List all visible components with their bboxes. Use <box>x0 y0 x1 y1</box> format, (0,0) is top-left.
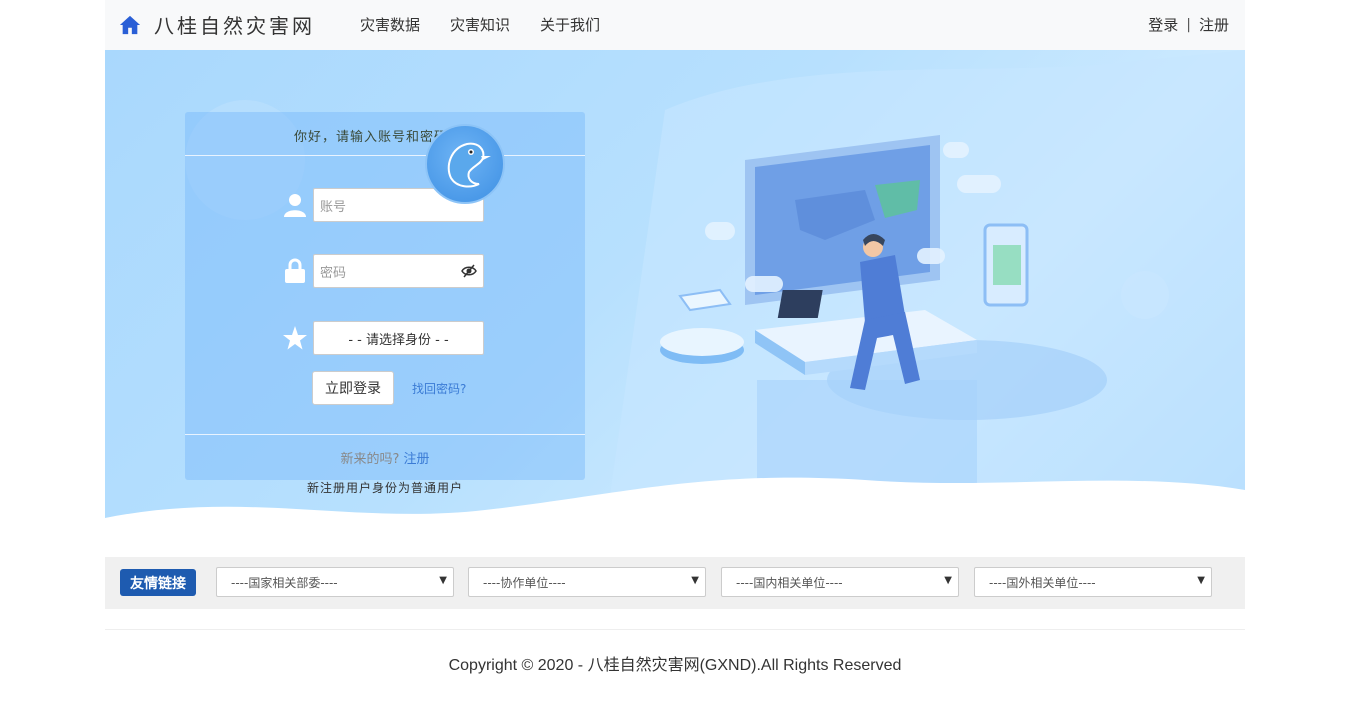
login-link[interactable]: 登录 <box>1148 14 1178 35</box>
login-card: 你好，请输入账号和密码登录 账号 密码 - - 请选择身份 - - 立即登录 找… <box>185 112 585 495</box>
nav-item-disaster-knowledge[interactable]: 灾害知识 <box>450 14 510 35</box>
divider <box>185 155 585 156</box>
home-icon <box>119 15 141 34</box>
password-placeholder: 密码 <box>320 265 347 281</box>
select-partner-units[interactable]: ----协作单位---- ▼ <box>468 567 706 597</box>
friendly-links-bar: 友情链接 ----国家相关部委---- ▼ ----协作单位---- ▼ ---… <box>105 557 1245 609</box>
brand-name: 八桂自然灾害网 <box>154 14 315 38</box>
auth-separator: | <box>1186 16 1191 33</box>
select-value: ----协作单位---- <box>483 575 566 590</box>
nav-item-disaster-data[interactable]: 灾害数据 <box>360 14 420 35</box>
dropdown-arrow-icon: ▼ <box>691 575 699 586</box>
role-row: - - 请选择身份 - - <box>281 321 484 355</box>
brand-logo-link[interactable]: 八桂自然灾害网 <box>119 10 315 39</box>
dropdown-arrow-icon: ▼ <box>944 575 952 586</box>
login-button[interactable]: 立即登录 <box>312 371 394 405</box>
select-domestic-units[interactable]: ----国内相关单位---- ▼ <box>721 567 959 597</box>
dropdown-arrow-icon: ▼ <box>1197 575 1205 586</box>
friendly-links-badge: 友情链接 <box>120 569 196 596</box>
main-nav: 灾害数据 灾害知识 关于我们 <box>360 14 630 35</box>
new-here-text: 新来的吗? <box>340 452 400 467</box>
register-link[interactable]: 注册 <box>1199 14 1229 35</box>
new-user-prompt: 新来的吗? 注册 <box>185 448 585 467</box>
card-register-link[interactable]: 注册 <box>404 452 430 467</box>
password-row: 密码 <box>281 254 484 288</box>
select-value: ----国外相关单位---- <box>989 575 1096 590</box>
nav-item-about-us[interactable]: 关于我们 <box>540 14 600 35</box>
auth-links: 登录 | 注册 <box>1148 14 1229 35</box>
top-navbar: 八桂自然灾害网 灾害数据 灾害知识 关于我们 登录 | 注册 <box>105 0 1245 50</box>
role-select[interactable]: - - 请选择身份 - - <box>313 321 484 355</box>
footer-divider <box>105 629 1245 630</box>
password-input[interactable]: 密码 <box>313 254 484 288</box>
login-greeting: 你好，请输入账号和密码登录 <box>293 130 476 145</box>
hide-password-icon[interactable] <box>461 264 477 278</box>
role-select-value: - - 请选择身份 - - <box>348 332 449 348</box>
lock-icon <box>281 257 309 285</box>
user-icon <box>281 191 309 219</box>
dolphin-icon <box>447 142 491 188</box>
select-value: ----国内相关单位---- <box>736 575 843 590</box>
registration-note: 新注册用户身份为普通用户 <box>306 481 463 495</box>
footer-copyright: Copyright © 2020 - 八桂自然灾害网(GXND).All Rig… <box>448 657 902 674</box>
mascot-avatar <box>425 124 505 204</box>
account-placeholder: 账号 <box>320 199 347 215</box>
select-value: ----国家相关部委---- <box>231 575 338 590</box>
divider <box>185 434 585 435</box>
star-icon <box>281 324 309 352</box>
dropdown-arrow-icon: ▼ <box>439 575 447 586</box>
select-foreign-units[interactable]: ----国外相关单位---- ▼ <box>974 567 1212 597</box>
select-national-ministries[interactable]: ----国家相关部委---- ▼ <box>216 567 454 597</box>
forgot-password-link[interactable]: 找回密码? <box>412 380 466 397</box>
hero-banner: 你好，请输入账号和密码登录 账号 密码 - - 请选择身份 - - 立即登录 找… <box>105 50 1245 530</box>
